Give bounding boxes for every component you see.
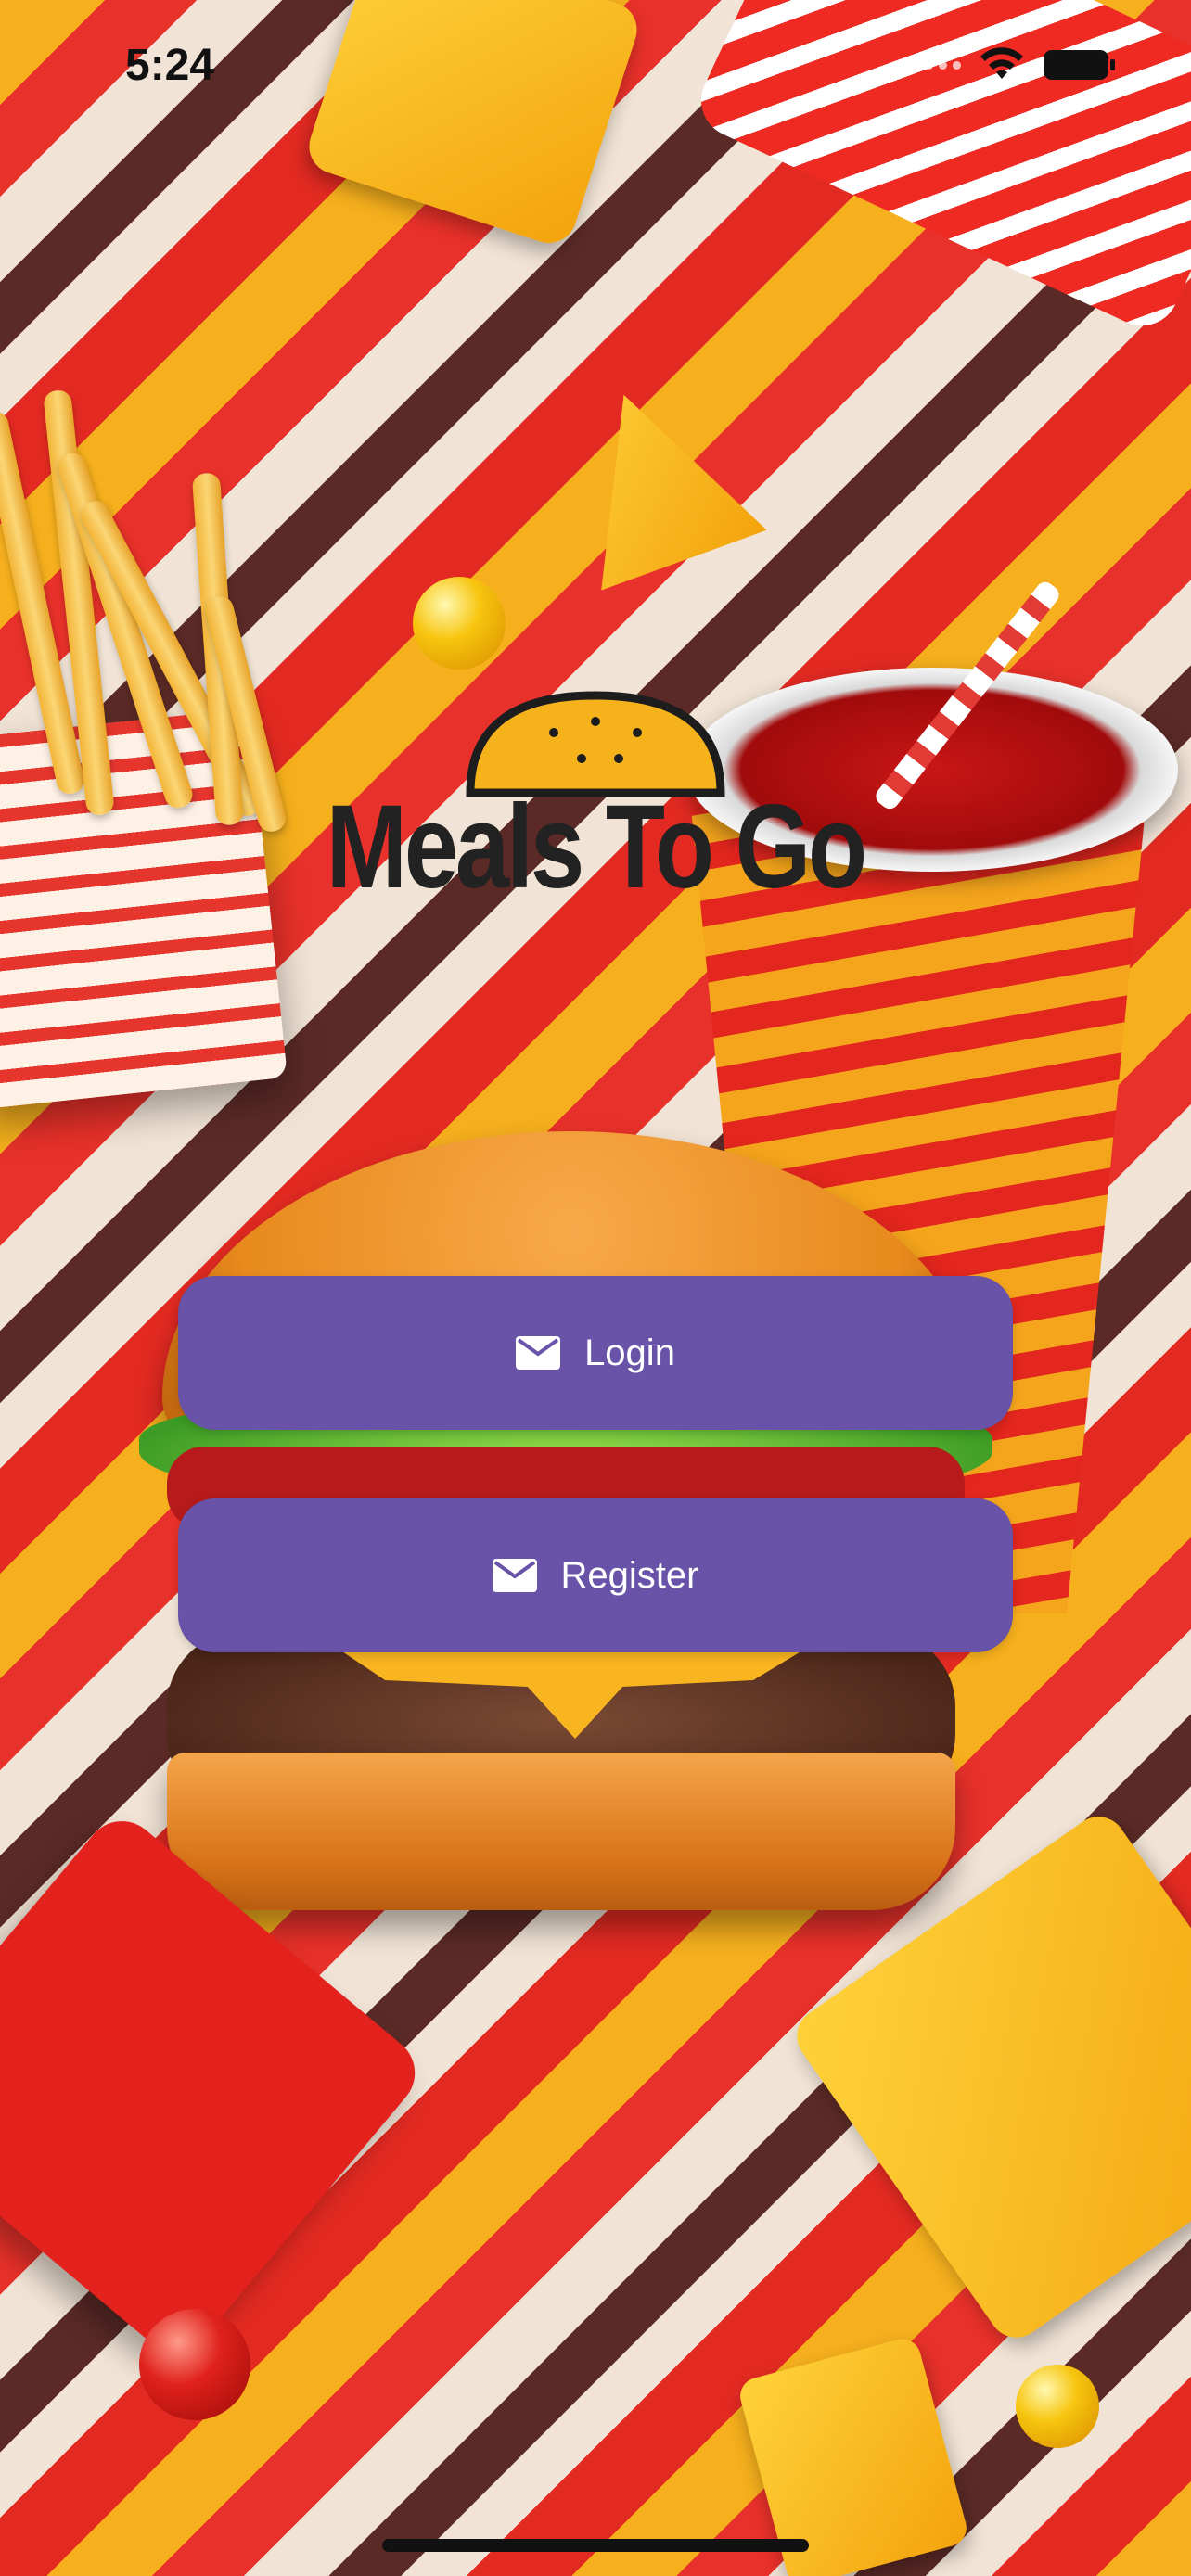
status-bar: 5:24 (0, 0, 1191, 130)
register-button-label: Register (560, 1554, 699, 1596)
status-time: 5:24 (125, 40, 215, 90)
register-button[interactable]: Register (178, 1498, 1013, 1652)
status-icons (911, 47, 1117, 83)
signal-dots-icon (911, 60, 961, 70)
app-screen: 5:24 Meals To Go Login Register (0, 0, 1191, 2576)
battery-icon (1044, 50, 1115, 80)
home-indicator[interactable] (382, 2539, 809, 2552)
mail-icon (492, 1559, 537, 1592)
login-button[interactable]: Login (178, 1276, 1013, 1430)
app-title: Meals To Go (326, 781, 867, 913)
wifi-icon (980, 47, 1023, 79)
mail-icon (516, 1336, 561, 1370)
login-button-label: Login (584, 1332, 675, 1373)
app-logo: Meals To Go (0, 686, 1191, 915)
